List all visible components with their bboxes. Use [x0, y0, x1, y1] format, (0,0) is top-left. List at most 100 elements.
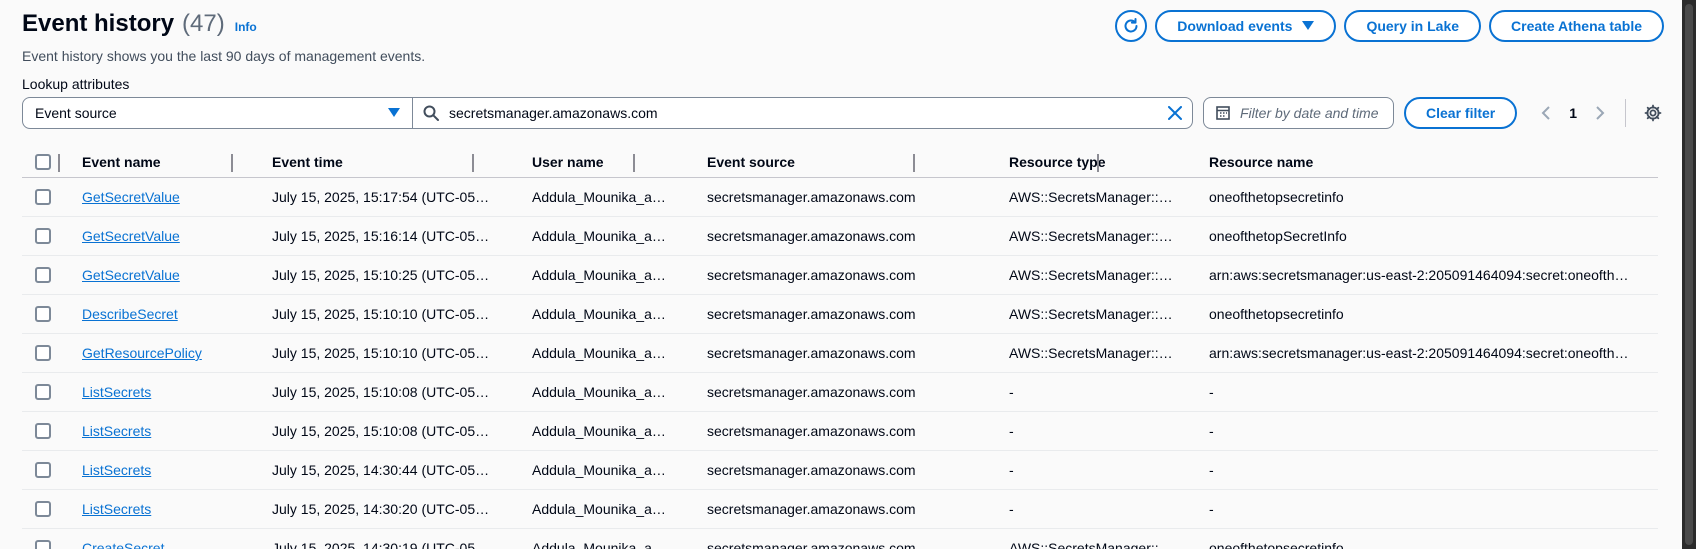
- event-name-link[interactable]: ListSecrets: [82, 501, 151, 517]
- event-name-link[interactable]: CreateSecret: [82, 540, 164, 549]
- user-name: Addula_Mounika_a…: [532, 384, 666, 400]
- column-divider: [58, 154, 60, 172]
- event-name-link[interactable]: ListSecrets: [82, 462, 151, 478]
- resource-name: oneofthetopsecretinfo: [1209, 306, 1344, 322]
- table-row[interactable]: ListSecrets July 15, 2025, 14:30:44 (UTC-…: [22, 451, 1658, 490]
- row-checkbox[interactable]: [35, 423, 51, 439]
- download-events-button[interactable]: Download events: [1155, 10, 1337, 42]
- event-name-link[interactable]: DescribeSecret: [82, 306, 178, 322]
- resource-type: -: [1009, 501, 1014, 517]
- event-name-link[interactable]: GetSecretValue: [82, 267, 180, 283]
- resource-type: AWS::SecretsManager::…: [1009, 228, 1173, 244]
- resource-type: -: [1009, 462, 1014, 478]
- row-checkbox[interactable]: [35, 501, 51, 517]
- event-source[interactable]: secretsmanager.amazonaws.com: [707, 306, 916, 322]
- row-checkbox[interactable]: [35, 306, 51, 322]
- user-name: Addula_Mounika_a…: [532, 423, 666, 439]
- create-athena-table-button[interactable]: Create Athena table: [1489, 10, 1664, 42]
- info-link[interactable]: Info: [235, 20, 257, 34]
- user-name: Addula_Mounika_a…: [532, 306, 666, 322]
- table-body: GetSecretValue July 15, 2025, 15:17:54 (U…: [22, 178, 1658, 549]
- page-title-text: Event history: [22, 10, 175, 37]
- attribute-select-value: Event source: [35, 105, 117, 121]
- attribute-select[interactable]: Event source: [22, 97, 413, 129]
- row-checkbox[interactable]: [35, 540, 51, 549]
- caret-down-icon: [1302, 21, 1315, 30]
- event-name-link[interactable]: ListSecrets: [82, 423, 151, 439]
- event-source[interactable]: secretsmanager.amazonaws.com: [707, 501, 916, 517]
- row-checkbox[interactable]: [35, 345, 51, 361]
- event-source[interactable]: secretsmanager.amazonaws.com: [707, 462, 916, 478]
- resource-name: -: [1209, 384, 1214, 400]
- user-name: Addula_Mounika_a…: [532, 345, 666, 361]
- clear-search-icon[interactable]: [1168, 106, 1182, 120]
- settings-gear-icon[interactable]: [1644, 104, 1662, 122]
- table-row[interactable]: ListSecrets July 15, 2025, 15:10:08 (UTC-…: [22, 412, 1658, 451]
- table-row[interactable]: GetSecretValue July 15, 2025, 15:17:54 (U…: [22, 178, 1658, 217]
- table-row[interactable]: CreateSecret July 15, 2025, 14:30:19 (UTC…: [22, 529, 1658, 549]
- scrollbar-thumb[interactable]: [1685, 4, 1693, 545]
- event-name-link[interactable]: GetSecretValue: [82, 228, 180, 244]
- resource-name: oneofthetopSecretInfo: [1209, 228, 1347, 244]
- page-title: Event history (47) Info: [22, 10, 257, 38]
- col-event-time[interactable]: Event time: [272, 154, 492, 170]
- column-resizer[interactable]: [913, 154, 915, 172]
- date-filter-placeholder: Filter by date and time: [1240, 105, 1379, 121]
- resource-type: AWS::SecretsManager::…: [1009, 306, 1173, 322]
- resource-type: -: [1009, 423, 1014, 439]
- column-resizer[interactable]: [472, 154, 474, 172]
- event-time: July 15, 2025, 15:10:08 (UTC-05…: [272, 384, 490, 400]
- row-checkbox[interactable]: [35, 189, 51, 205]
- event-time: July 15, 2025, 15:17:54 (UTC-05…: [272, 189, 490, 205]
- column-resizer[interactable]: [633, 154, 635, 172]
- event-source[interactable]: secretsmanager.amazonaws.com: [707, 267, 916, 283]
- col-event-source[interactable]: Event source: [707, 154, 1007, 170]
- table-row[interactable]: DescribeSecret July 15, 2025, 15:10:10 (U…: [22, 295, 1658, 334]
- clear-filter-button[interactable]: Clear filter: [1404, 97, 1518, 129]
- event-name-link[interactable]: GetSecretValue: [82, 189, 180, 205]
- download-events-label: Download events: [1177, 18, 1293, 34]
- row-checkbox[interactable]: [35, 267, 51, 283]
- event-source[interactable]: secretsmanager.amazonaws.com: [707, 423, 916, 439]
- refresh-icon: [1124, 18, 1138, 33]
- event-source[interactable]: secretsmanager.amazonaws.com: [707, 189, 916, 205]
- column-resizer[interactable]: [231, 154, 233, 172]
- table-row[interactable]: GetResourcePolicy July 15, 2025, 15:10:10…: [22, 334, 1658, 373]
- search-input[interactable]: secretsmanager.amazonaws.com: [413, 97, 1193, 129]
- event-count: (47): [182, 10, 225, 37]
- event-time: July 15, 2025, 15:16:14 (UTC-05…: [272, 228, 490, 244]
- page-number[interactable]: 1: [1569, 105, 1577, 121]
- chevron-right-icon[interactable]: [1595, 106, 1605, 120]
- user-name: Addula_Mounika_a…: [532, 501, 666, 517]
- select-all-checkbox[interactable]: [35, 153, 51, 170]
- col-event-name[interactable]: Event name: [82, 154, 252, 170]
- col-resource-type[interactable]: Resource type: [1009, 154, 1189, 170]
- table-row[interactable]: GetSecretValue July 15, 2025, 15:16:14 (U…: [22, 217, 1658, 256]
- column-resizer[interactable]: [1097, 154, 1099, 172]
- col-user-name[interactable]: User name: [532, 154, 682, 170]
- resource-name: -: [1209, 423, 1214, 439]
- vertical-scrollbar[interactable]: [1682, 0, 1696, 549]
- row-checkbox[interactable]: [35, 384, 51, 400]
- table-row[interactable]: GetSecretValue July 15, 2025, 15:10:25 (U…: [22, 256, 1658, 295]
- event-name-link[interactable]: ListSecrets: [82, 384, 151, 400]
- event-history-table: Event name Event time User name Event so…: [22, 146, 1658, 549]
- col-resource-name[interactable]: Resource name: [1209, 154, 1649, 170]
- event-name-link[interactable]: GetResourcePolicy: [82, 345, 202, 361]
- table-row[interactable]: ListSecrets July 15, 2025, 14:30:20 (UTC-…: [22, 490, 1658, 529]
- chevron-left-icon[interactable]: [1541, 106, 1551, 120]
- row-checkbox[interactable]: [35, 228, 51, 244]
- date-filter-input[interactable]: Filter by date and time: [1203, 97, 1394, 129]
- user-name: Addula_Mounika_a…: [532, 267, 666, 283]
- table-row[interactable]: ListSecrets July 15, 2025, 15:10:08 (UTC-…: [22, 373, 1658, 412]
- event-source[interactable]: secretsmanager.amazonaws.com: [707, 345, 916, 361]
- table-header: Event name Event time User name Event so…: [22, 146, 1658, 178]
- event-source[interactable]: secretsmanager.amazonaws.com: [707, 540, 916, 549]
- event-time: July 15, 2025, 15:10:10 (UTC-05…: [272, 306, 490, 322]
- event-source[interactable]: secretsmanager.amazonaws.com: [707, 384, 916, 400]
- query-in-lake-button[interactable]: Query in Lake: [1344, 10, 1482, 42]
- row-checkbox[interactable]: [35, 462, 51, 478]
- refresh-button[interactable]: [1115, 10, 1148, 42]
- event-time: July 15, 2025, 15:10:25 (UTC-05…: [272, 267, 490, 283]
- event-source[interactable]: secretsmanager.amazonaws.com: [707, 228, 916, 244]
